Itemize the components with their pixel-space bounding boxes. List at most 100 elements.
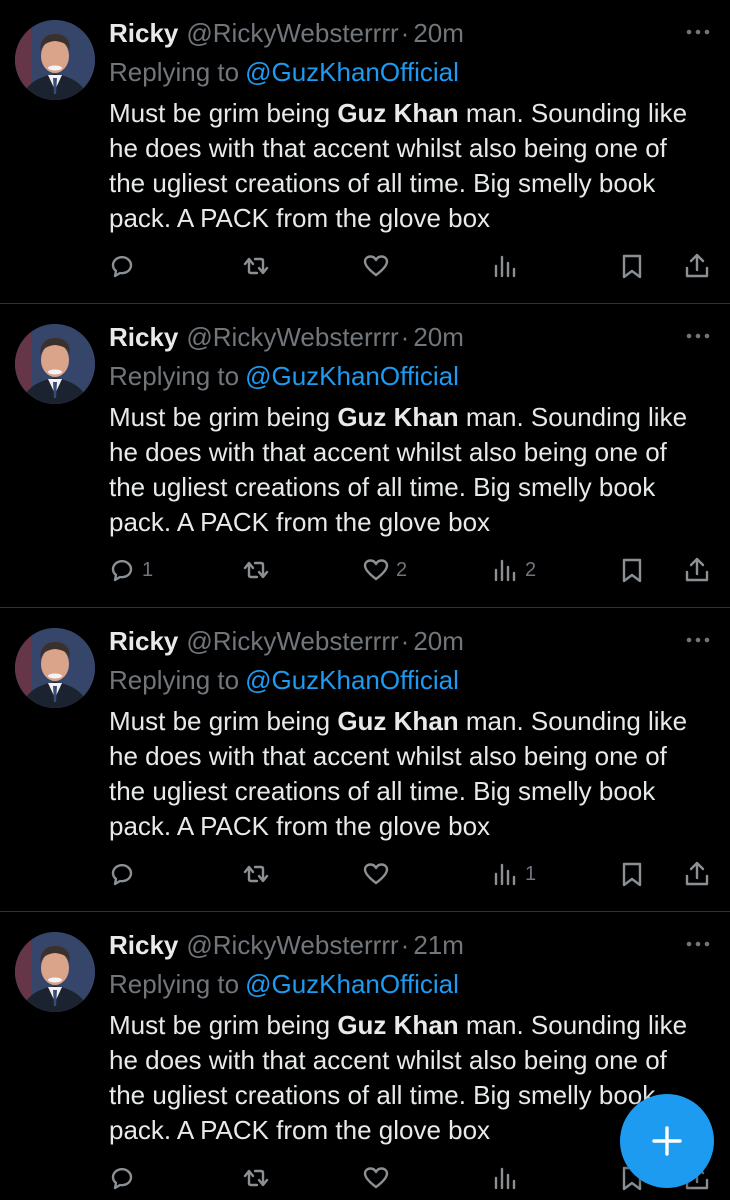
reply-button[interactable] <box>108 248 142 284</box>
views-button[interactable] <box>491 248 525 284</box>
views-button[interactable] <box>491 1160 525 1196</box>
reply-button[interactable]: 1 <box>108 552 153 588</box>
timeline-feed: Ricky @RickyWebsterrrr· 20m Replying to @Gu… <box>0 0 730 1200</box>
avatar[interactable] <box>15 20 95 100</box>
mention-link[interactable]: @GuzKhanOfficial <box>245 57 459 87</box>
more-options-button[interactable] <box>683 326 713 346</box>
like-button[interactable] <box>362 856 396 892</box>
profile-photo-icon <box>15 932 95 1012</box>
reply-bubble-icon <box>111 256 133 278</box>
replying-to: Replying to @GuzKhanOfficial <box>109 965 459 1003</box>
display-name[interactable]: Ricky <box>109 626 178 656</box>
user-handle[interactable]: @RickyWebsterrrr <box>186 930 398 960</box>
like-button[interactable] <box>362 248 396 284</box>
text-line: he does with that accent whilst also bei… <box>109 1045 667 1075</box>
separator-dot: · <box>400 18 410 48</box>
mention-link[interactable]: @GuzKhanOfficial <box>245 969 459 999</box>
heart-icon <box>363 863 389 885</box>
reply-count: 1 <box>142 558 154 581</box>
text-bold-segment: Guz Khan <box>337 1010 459 1040</box>
mention-link[interactable]: @GuzKhanOfficial <box>245 665 459 695</box>
share-icon <box>685 861 709 886</box>
reply-bubble-icon <box>111 864 133 886</box>
more-dots-icon <box>686 29 710 35</box>
tweet[interactable]: Ricky @RickyWebsterrrr· 20m Replying to @Gu… <box>0 608 730 912</box>
heart-icon <box>363 1167 389 1189</box>
share-button[interactable] <box>683 552 711 588</box>
text-segment: Must be grim being <box>109 706 338 736</box>
bookmark-button[interactable] <box>618 552 646 588</box>
views-button[interactable]: 2 <box>491 552 536 588</box>
share-icon <box>685 253 709 278</box>
heart-icon <box>363 559 389 581</box>
display-name[interactable]: Ricky <box>109 18 178 48</box>
like-button[interactable]: 2 <box>362 552 407 588</box>
tweet[interactable]: Ricky @RickyWebsterrrr· 20m Replying to @Gu… <box>0 304 730 608</box>
more-options-button[interactable] <box>683 934 713 954</box>
reply-button[interactable] <box>108 1160 142 1196</box>
heart-icon <box>363 255 389 277</box>
more-dots-icon <box>686 333 710 339</box>
text-line: the ugliest creations of all time. Big s… <box>109 776 656 806</box>
profile-photo-icon <box>15 20 95 100</box>
bookmark-icon <box>622 558 642 583</box>
user-handle[interactable]: @RickyWebsterrrr <box>186 18 398 48</box>
reply-button[interactable] <box>108 856 142 892</box>
tweet[interactable]: Ricky @RickyWebsterrrr· 20m Replying to @Gu… <box>0 0 730 304</box>
share-button[interactable] <box>683 248 711 284</box>
text-line: pack. A PACK from the glove box <box>109 811 491 841</box>
retweet-icon <box>243 257 269 275</box>
text-bold-segment: Guz Khan <box>337 706 459 736</box>
action-bar <box>0 1160 730 1196</box>
mention-link[interactable]: @GuzKhanOfficial <box>245 361 459 391</box>
replying-to: Replying to @GuzKhanOfficial <box>109 53 459 91</box>
profile-photo-icon <box>15 628 95 708</box>
bookmark-button[interactable] <box>618 856 646 892</box>
text-segment: man. Sounding like <box>458 98 688 128</box>
timestamp[interactable]: 20m <box>413 18 464 48</box>
like-count: 2 <box>396 558 408 581</box>
replying-to: Replying to @GuzKhanOfficial <box>109 357 459 395</box>
retweet-button[interactable] <box>242 552 276 588</box>
separator-dot: · <box>400 322 410 352</box>
timestamp[interactable]: 21m <box>413 930 464 960</box>
retweet-button[interactable] <box>242 248 276 284</box>
like-button[interactable] <box>362 1160 396 1196</box>
timestamp[interactable]: 20m <box>413 626 464 656</box>
replying-prefix: Replying to <box>109 361 240 391</box>
text-bold-segment: Guz Khan <box>337 402 459 432</box>
separator-dot: · <box>400 930 410 960</box>
bookmark-icon <box>622 862 642 887</box>
more-options-button[interactable] <box>683 22 713 42</box>
avatar[interactable] <box>15 932 95 1012</box>
retweet-icon <box>243 561 269 579</box>
text-line: pack. A PACK from the glove box <box>109 507 491 537</box>
more-dots-icon <box>686 637 710 643</box>
display-name[interactable]: Ricky <box>109 930 178 960</box>
views-bars-icon <box>494 1167 516 1190</box>
retweet-icon <box>243 1169 269 1187</box>
tweet-text: Must be grim being Guz Khan man. Soundin… <box>109 400 719 540</box>
action-bar: 1 2 2 <box>0 552 730 588</box>
views-button[interactable]: 1 <box>491 856 536 892</box>
tweet[interactable]: Ricky @RickyWebsterrrr· 21m Replying to @Gu… <box>0 912 730 1200</box>
text-segment: Must be grim being <box>109 98 338 128</box>
retweet-button[interactable] <box>242 856 276 892</box>
tweet-text: Must be grim being Guz Khan man. Soundin… <box>109 96 719 236</box>
more-options-button[interactable] <box>683 630 713 650</box>
compose-button[interactable] <box>620 1094 714 1188</box>
avatar[interactable] <box>15 324 95 404</box>
replying-prefix: Replying to <box>109 57 240 87</box>
views-bars-icon <box>494 255 516 278</box>
share-button[interactable] <box>683 856 711 892</box>
bookmark-button[interactable] <box>618 248 646 284</box>
timestamp[interactable]: 20m <box>413 322 464 352</box>
avatar[interactable] <box>15 628 95 708</box>
bookmark-icon <box>622 254 642 279</box>
user-handle[interactable]: @RickyWebsterrrr <box>186 626 398 656</box>
text-segment: man. Sounding like <box>458 706 688 736</box>
text-line: the ugliest creations of all time. Big s… <box>109 1080 656 1110</box>
display-name[interactable]: Ricky <box>109 322 178 352</box>
retweet-button[interactable] <box>242 1160 276 1196</box>
user-handle[interactable]: @RickyWebsterrrr <box>186 322 398 352</box>
